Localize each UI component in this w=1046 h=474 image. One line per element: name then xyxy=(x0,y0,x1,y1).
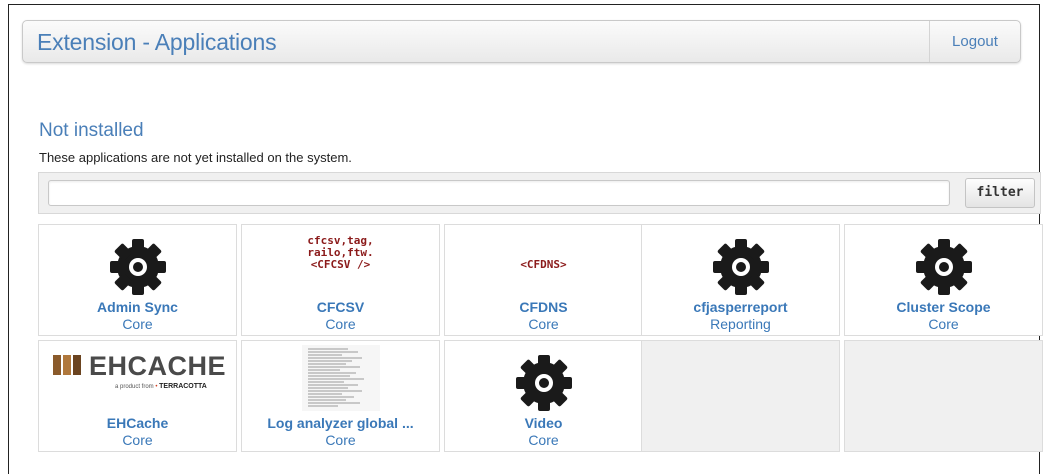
gear-icon xyxy=(712,239,769,295)
ehcache-logo-sub: a product from • TERRACOTTA xyxy=(115,383,207,390)
filter-button[interactable]: filter xyxy=(965,178,1035,208)
ehcache-logo-text: EHCACHE xyxy=(89,351,227,381)
cfcsv-code-icon: cfcsv,tag, railo,ftw. <CFCSV /> xyxy=(242,229,439,297)
app-name[interactable]: CFDNS xyxy=(445,299,642,315)
code-line: <CFCSV /> xyxy=(310,258,371,271)
section-title: Not installed xyxy=(39,120,144,141)
cfdns-code-icon: <CFDNS> xyxy=(445,229,642,297)
app-name[interactable]: Cluster Scope xyxy=(845,299,1042,315)
ehcache-logo: EHCACHE a product from • TERRACOTTA xyxy=(53,351,227,395)
ehcache-bars-icon xyxy=(53,355,83,375)
app-category: Core xyxy=(325,432,356,448)
empty-tile xyxy=(641,340,840,452)
app-name[interactable]: cfjasperreport xyxy=(642,299,839,315)
app-tile-cfjasperreport[interactable]: cfjasperreport Reporting xyxy=(641,224,840,336)
app-tile-log-analyzer[interactable]: Log analyzer global ... Core xyxy=(241,340,440,452)
app-category: Core xyxy=(325,316,356,332)
app-tile-admin-sync[interactable]: Admin Sync Core xyxy=(38,224,237,336)
app-tile-ehcache[interactable]: EHCACHE a product from • TERRACOTTA EHCa… xyxy=(38,340,237,452)
app-category: Core xyxy=(528,316,559,332)
app-category: Reporting xyxy=(710,316,771,332)
gear-icon xyxy=(915,239,972,295)
app-category: Core xyxy=(122,432,153,448)
app-category: Core xyxy=(528,432,559,448)
app-name[interactable]: CFCSV xyxy=(242,299,439,315)
logout-button[interactable]: Logout xyxy=(929,21,1020,62)
filter-bar: filter xyxy=(38,172,1041,214)
section-description: These applications are not yet installed… xyxy=(39,150,352,165)
app-category: Core xyxy=(928,316,959,332)
applications-grid: Admin Sync Core cfcsv,tag, railo,ftw. <CFC… xyxy=(38,224,1043,456)
app-name[interactable]: Log analyzer global ... xyxy=(242,415,439,431)
filter-input[interactable] xyxy=(48,180,950,206)
page-header: Extension - Applications Logout xyxy=(22,20,1021,63)
page-title: Extension - Applications xyxy=(37,29,277,55)
empty-tile xyxy=(844,340,1043,452)
app-name[interactable]: Admin Sync xyxy=(39,299,236,315)
app-name[interactable]: Video xyxy=(445,415,642,431)
gear-icon xyxy=(109,239,166,295)
app-category: Core xyxy=(122,316,153,332)
app-tile-cfcsv[interactable]: cfcsv,tag, railo,ftw. <CFCSV /> CFCSV Core xyxy=(241,224,440,336)
gear-icon xyxy=(515,355,572,411)
app-tile-cfdns[interactable]: <CFDNS> CFDNS Core xyxy=(444,224,643,336)
app-tile-video[interactable]: Video Core xyxy=(444,340,643,452)
app-name[interactable]: EHCache xyxy=(39,415,236,431)
log-thumbnail-icon xyxy=(302,345,380,411)
app-tile-cluster-scope[interactable]: Cluster Scope Core xyxy=(844,224,1043,336)
code-line: <CFDNS> xyxy=(520,258,567,271)
